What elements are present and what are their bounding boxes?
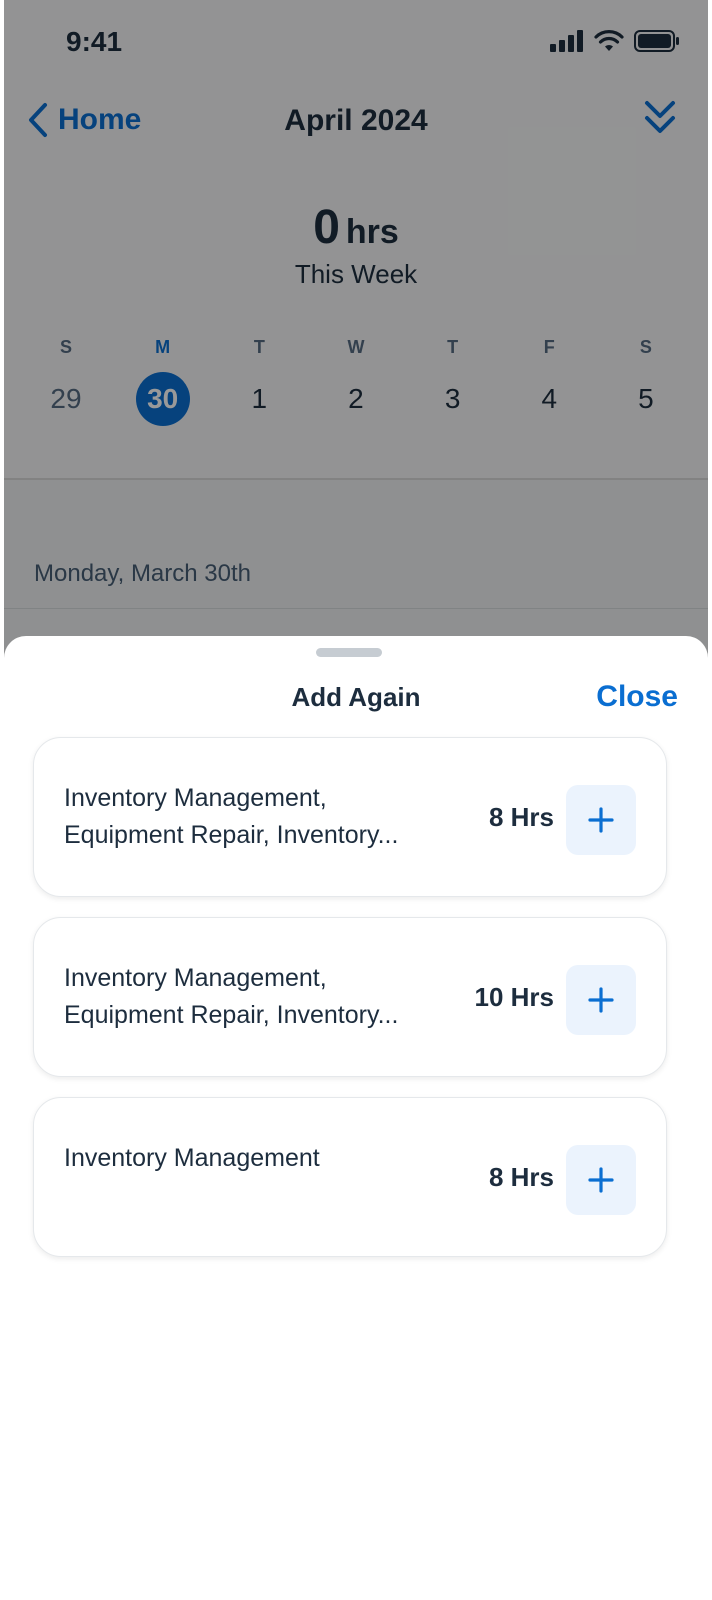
add-item-button[interactable] [566, 1145, 636, 1215]
close-button[interactable]: Close [596, 680, 678, 714]
app-screen: 9:41 Home April 2024 0 hrs This Week S M… [4, 0, 708, 1530]
item-description-line-2: Equipment Repair, Inventory... [64, 821, 399, 849]
add-item-button[interactable] [566, 785, 636, 855]
item-description: Inventory Management, Equipment Repair, … [64, 960, 444, 1034]
item-description-line-1: Inventory Management, [64, 784, 327, 812]
item-description-line-1: Inventory Management, [64, 964, 327, 992]
add-again-item[interactable]: Inventory Management, Equipment Repair, … [33, 737, 667, 897]
item-hours: 8 Hrs [488, 802, 554, 832]
add-again-item[interactable]: Inventory Management 8 Hrs [33, 1097, 667, 1257]
item-description: Inventory Management, Equipment Repair, … [64, 780, 444, 854]
item-description: Inventory Management [64, 1140, 444, 1177]
plus-icon [588, 987, 614, 1013]
sheet-drag-handle[interactable] [316, 648, 382, 657]
plus-icon [588, 807, 614, 833]
add-again-sheet: Add Again Close Inventory Management, Eq… [4, 636, 708, 1530]
item-description-line-2: Equipment Repair, Inventory... [64, 1001, 399, 1029]
add-item-button[interactable] [566, 965, 636, 1035]
item-description-line-1: Inventory Management [64, 1144, 320, 1172]
add-again-item[interactable]: Inventory Management, Equipment Repair, … [33, 917, 667, 1077]
plus-icon [588, 1167, 614, 1193]
item-hours: 10 Hrs [474, 982, 555, 1012]
item-hours: 8 Hrs [488, 1162, 554, 1192]
